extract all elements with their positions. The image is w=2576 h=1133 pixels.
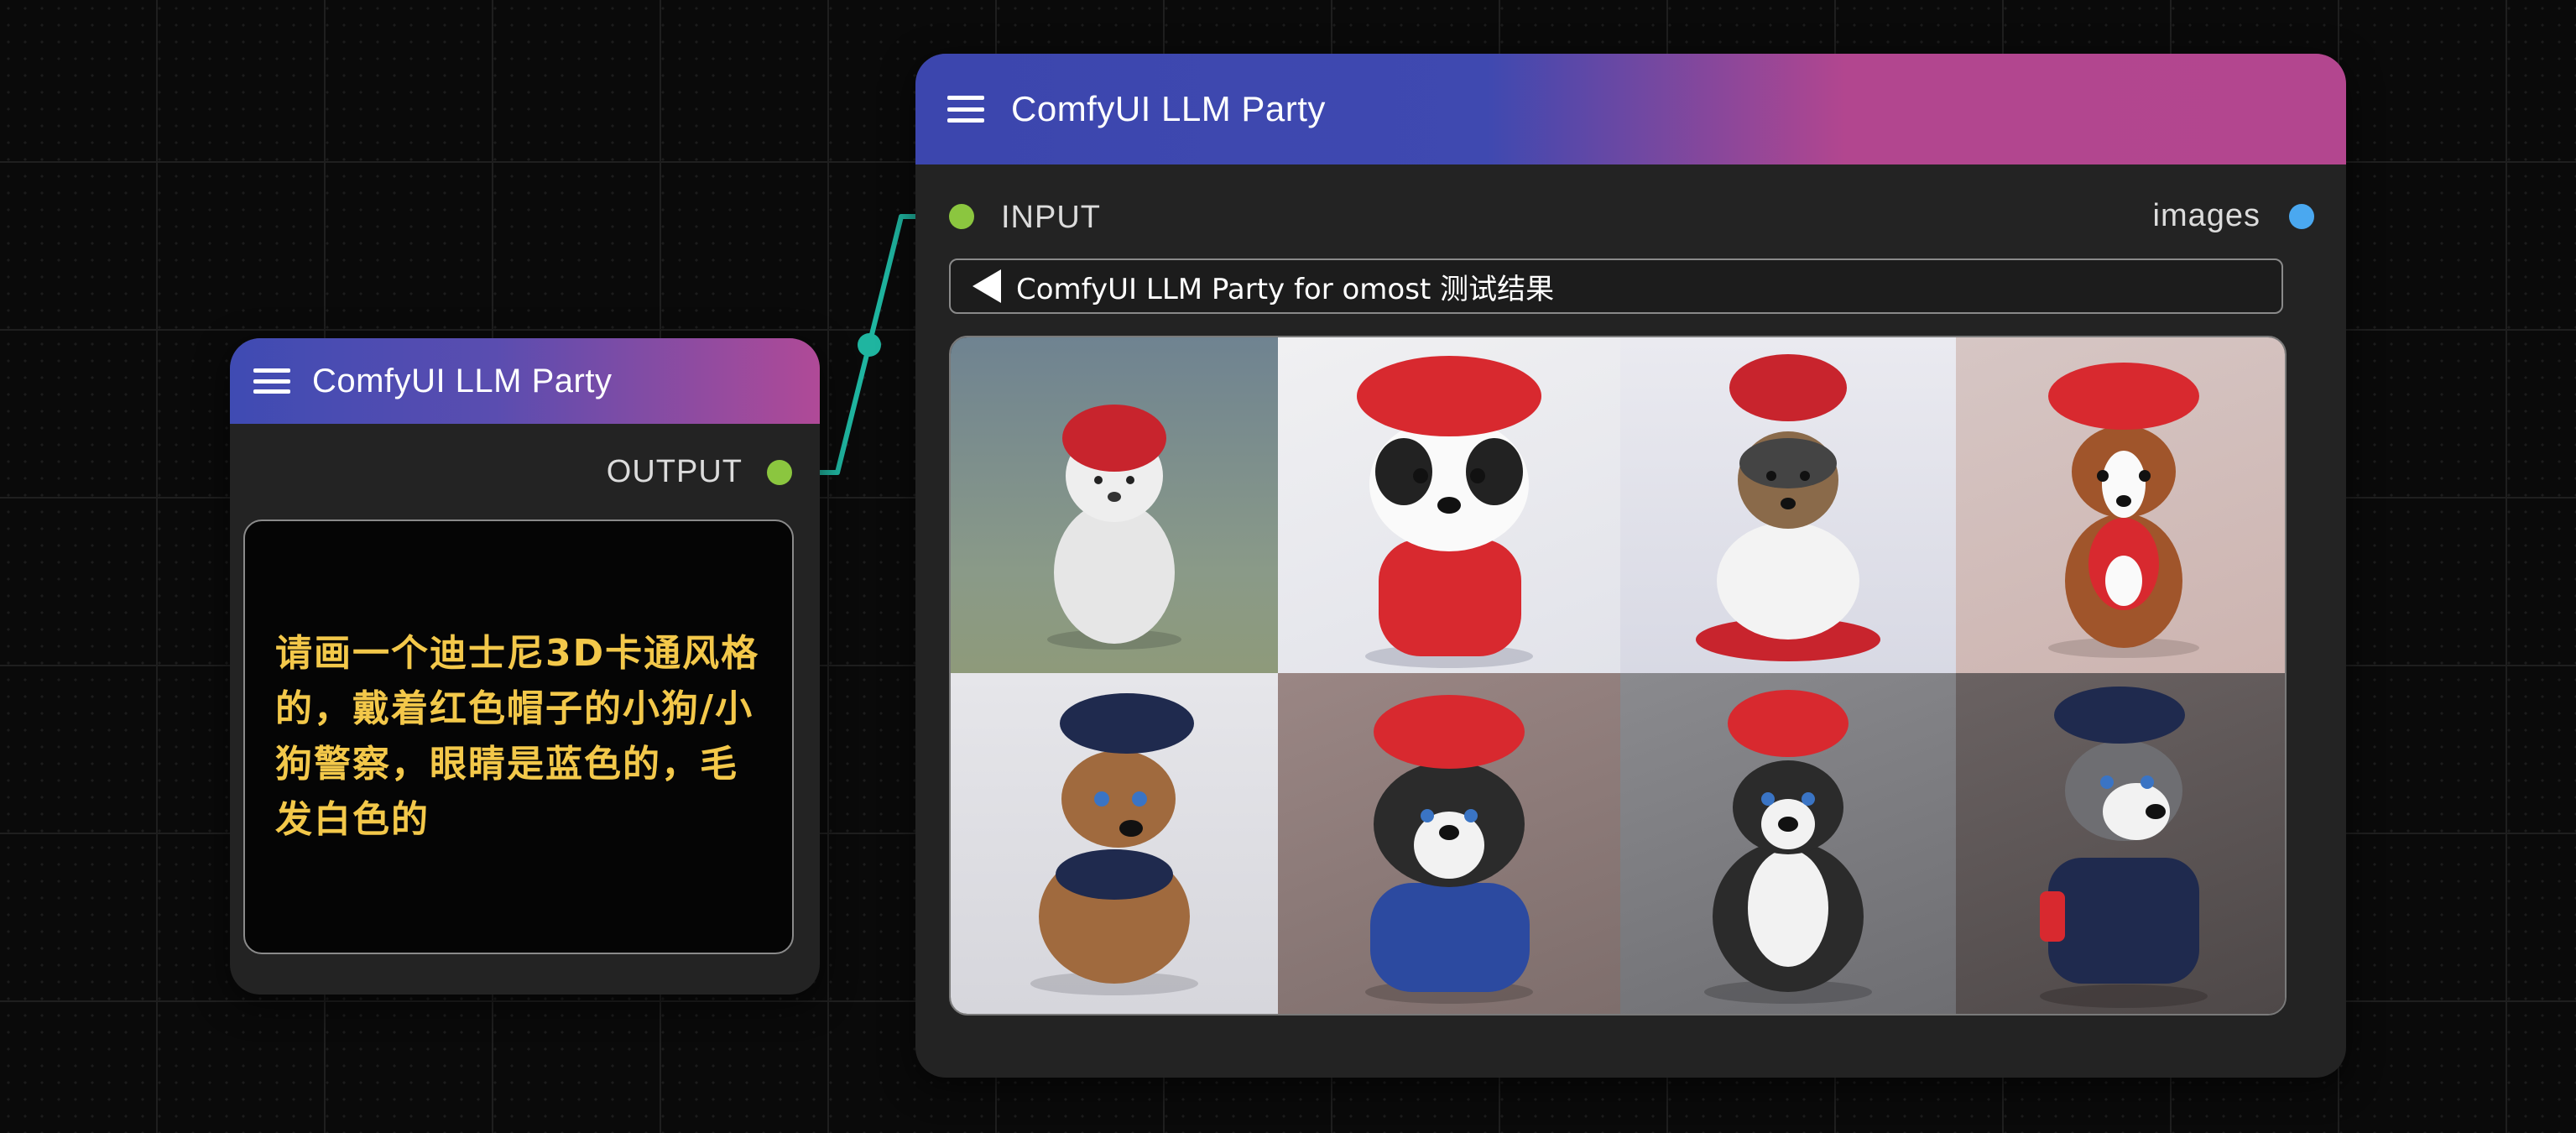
menu-icon[interactable] <box>253 368 290 394</box>
node-header[interactable]: ComfyUI LLM Party <box>230 338 820 424</box>
image-thumbnail[interactable] <box>951 673 1278 1014</box>
menu-icon[interactable] <box>947 96 984 123</box>
input-port-label: INPUT <box>1001 200 1101 235</box>
node-title: ComfyUI LLM Party <box>1011 89 1326 128</box>
image-thumbnail[interactable] <box>951 337 1278 673</box>
black-white-puppy-image <box>1357 356 1541 668</box>
node-title: ComfyUI LLM Party <box>312 362 613 399</box>
output-port-label: OUTPUT <box>606 454 743 489</box>
image-grid <box>949 336 2287 1016</box>
output-port-dot[interactable] <box>767 460 792 485</box>
brown-white-puppy-image <box>2048 363 2199 658</box>
black-tan-puppy-police-image <box>1365 695 1533 1004</box>
image-thumbnail[interactable] <box>1620 337 1956 673</box>
image-thumbnail[interactable] <box>1956 673 2285 1014</box>
image-thumbnail[interactable] <box>1620 673 1956 1014</box>
husky-police-uniform-image <box>2040 687 2208 1008</box>
image-thumbnail[interactable] <box>1278 673 1620 1014</box>
brown-puppy-police-image <box>1030 693 1198 995</box>
input-port-dot[interactable] <box>949 204 974 229</box>
image-title-bar[interactable]: ComfyUI LLM Party for omost 测试结果 <box>949 258 2283 314</box>
image-title: ComfyUI LLM Party for omost 测试结果 <box>1016 272 1555 306</box>
image-thumbnail[interactable] <box>1956 337 2285 673</box>
images-port-dot[interactable] <box>2289 204 2314 229</box>
image-thumbnail[interactable] <box>1278 337 1620 673</box>
tricolor-puppy-police-image <box>1704 690 1872 1004</box>
prompt-text: 请画一个迪士尼3D卡通风格的，戴着红色帽子的小狗/小狗警察，眼睛是蓝色的，毛发白… <box>275 632 760 841</box>
text-prompt-node[interactable]: ComfyUI LLM Party OUTPUT 请画一个迪士尼3D卡通风格的，… <box>230 338 820 995</box>
white-fluffy-puppy-image <box>1047 405 1181 650</box>
prompt-textarea[interactable]: 请画一个迪士尼3D卡通风格的，戴着红色帽子的小狗/小狗警察，眼睛是蓝色的，毛发白… <box>243 520 794 954</box>
terrier-chef-hat-image <box>1696 354 1880 661</box>
images-port-label: images <box>2152 198 2261 233</box>
collapse-triangle-icon[interactable] <box>973 269 1001 303</box>
wire-midpoint-handle <box>858 333 881 357</box>
node-header[interactable]: ComfyUI LLM Party <box>915 54 2346 164</box>
image-preview-node[interactable]: ComfyUI LLM Party INPUT images ComfyUI L… <box>915 54 2346 1078</box>
